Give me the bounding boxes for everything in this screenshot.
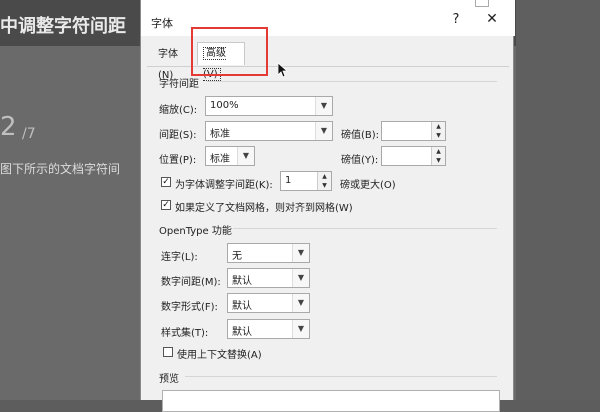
stylistic-sets-label: 样式集(T): [161, 328, 209, 339]
spacing-select[interactable]: 标准 ▼ [205, 121, 333, 141]
scale-label: 缩放(C): [159, 105, 198, 116]
tab-font[interactable]: 字体(N) [153, 44, 193, 81]
background-description: 图下所示的文档字符间 [0, 162, 121, 176]
section-character-spacing: 字符间距 [159, 79, 199, 90]
chevron-down-icon: ▼ [237, 147, 254, 165]
highlight-box [191, 27, 268, 76]
spacing-label: 间距(S): [159, 130, 197, 141]
kerning-checkbox[interactable]: ✓ [161, 177, 171, 187]
kerning-label: 为字体调整字间距(K): [175, 180, 273, 191]
close-button[interactable]: ✕ [483, 11, 501, 29]
background-title: 中调整字符间距 [0, 16, 126, 37]
ligatures-value: 无 [232, 251, 242, 262]
section-divider [233, 228, 497, 229]
ligatures-label: 连字(L): [161, 252, 198, 263]
spacing-by-spinner[interactable]: ▲ ▼ [381, 121, 446, 141]
number-forms-label: 数字形式(F): [161, 302, 218, 313]
scale-select[interactable]: 100% ▼ [205, 96, 333, 116]
chevron-down-icon: ▼ [315, 97, 332, 115]
preview-box [162, 390, 500, 412]
ligatures-select[interactable]: 无 ▼ [227, 243, 310, 263]
stylistic-sets-value: 默认 [232, 327, 252, 338]
stylistic-sets-select[interactable]: 默认 ▼ [227, 319, 310, 339]
section-divider [207, 81, 497, 82]
background-page-number: 2 [0, 112, 17, 142]
number-spacing-label: 数字间距(M): [161, 277, 221, 288]
spacing-by-label: 磅值(B): [341, 130, 380, 141]
mouse-cursor-icon [278, 63, 288, 78]
number-spacing-value: 默认 [232, 276, 252, 287]
snap-grid-checkbox[interactable]: ✓ [161, 200, 171, 210]
contextual-checkbox[interactable] [163, 347, 173, 357]
chevron-down-icon: ▼ [292, 269, 309, 287]
scroll-hint-icon [475, 0, 489, 7]
kerning-suffix: 磅或更大(O) [340, 180, 396, 191]
background-page-total: /7 [22, 126, 36, 142]
number-spacing-select[interactable]: 默认 ▼ [227, 268, 310, 288]
kerning-spinner[interactable]: 1 ▲ ▼ [280, 171, 332, 191]
position-by-label: 磅值(Y): [341, 155, 379, 166]
spin-down-icon[interactable]: ▼ [431, 156, 445, 165]
chevron-down-icon: ▼ [292, 294, 309, 312]
contextual-label: 使用上下文替换(A) [177, 350, 262, 361]
chevron-down-icon: ▼ [292, 244, 309, 262]
chevron-down-icon: ▼ [315, 122, 332, 140]
chevron-down-icon: ▼ [292, 320, 309, 338]
position-value: 标准 [210, 154, 230, 165]
help-button[interactable]: ? [448, 12, 464, 30]
section-preview: 预览 [159, 374, 179, 385]
spacing-value: 标准 [210, 129, 230, 140]
background-right-area [516, 0, 600, 400]
number-forms-select[interactable]: 默认 ▼ [227, 293, 310, 313]
position-by-spinner[interactable]: ▲ ▼ [381, 146, 446, 166]
kerning-value: 1 [285, 175, 292, 186]
snap-grid-label: 如果定义了文档网格，则对齐到网格(W) [175, 203, 353, 214]
dialog-title: 字体 [151, 17, 173, 30]
spin-down-icon[interactable]: ▼ [317, 181, 331, 190]
scale-value: 100% [210, 100, 239, 111]
position-select[interactable]: 标准 ▼ [205, 146, 255, 166]
number-forms-value: 默认 [232, 301, 252, 312]
section-opentype: OpenType 功能 [159, 226, 232, 237]
spin-down-icon[interactable]: ▼ [431, 131, 445, 140]
position-label: 位置(P): [159, 155, 197, 166]
section-divider [185, 376, 497, 377]
